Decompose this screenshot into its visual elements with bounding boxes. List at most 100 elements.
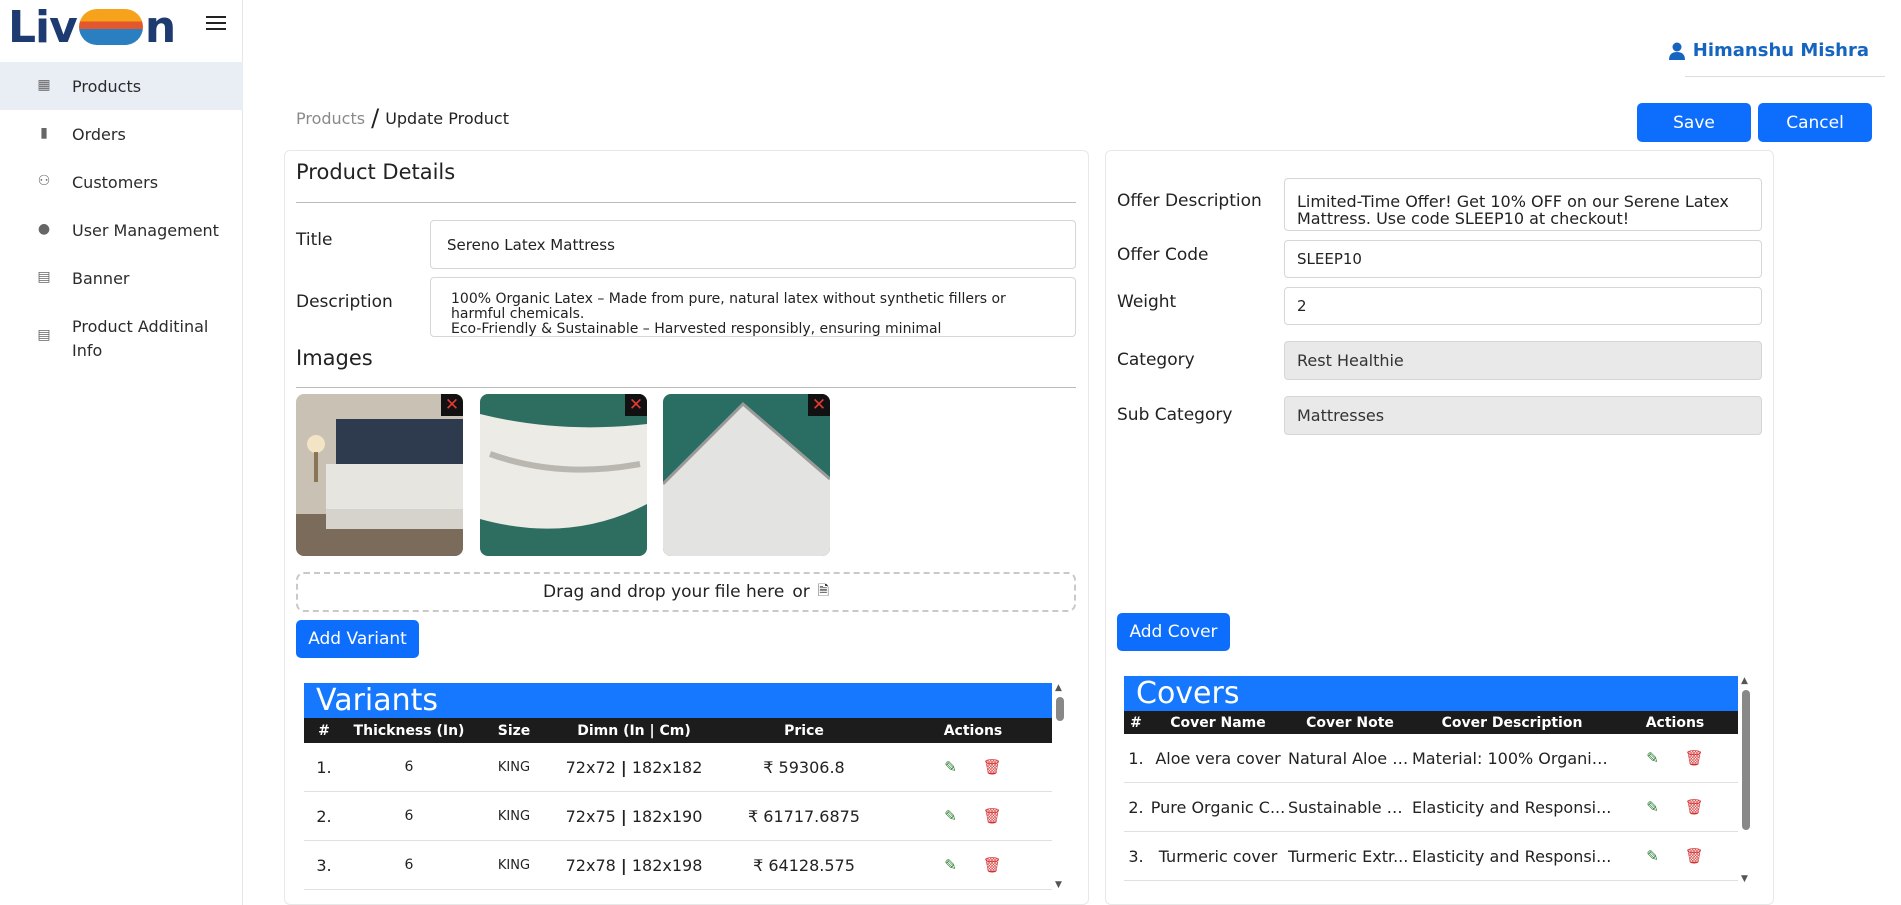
delete-icon[interactable]: 🗑 [1685,847,1704,865]
size-cell: KING [497,808,531,824]
sidebar-item-banner[interactable]: ▤ Banner [0,254,243,302]
edit-icon[interactable]: ✎ [1646,749,1659,767]
remove-image-icon[interactable]: ✕ [625,394,647,416]
covers-table-title: Covers [1124,676,1738,711]
category-label: Category [1117,350,1195,370]
thickness-cell: 6 [404,808,414,824]
remove-image-icon[interactable]: ✕ [808,394,830,416]
sidebar-item-products[interactable]: ▦ Products [0,62,243,110]
scroll-up-icon[interactable]: ▲ [1741,676,1748,686]
file-dropzone[interactable]: Drag and drop your file here or 🗎 [296,572,1076,612]
product-image-thumbnail[interactable]: ✕ [296,394,463,556]
sidebar-item-product-additional-info[interactable]: ▤ Product Additinal Info [0,302,243,372]
row-number: 2. [316,806,332,826]
edit-icon[interactable]: ✎ [1646,847,1659,865]
row-actions: ✎ 🗑 [894,758,1052,776]
dimension-cm: 182x198 [631,855,703,875]
app-logo[interactable]: Liv n [8,1,176,53]
scroll-down-icon[interactable]: ▼ [1741,874,1748,884]
cover-description-cell: Elasticity and Responsi... [1412,797,1612,817]
add-variant-button[interactable]: Add Variant [296,620,419,658]
sidebar-item-label: Banner [72,269,130,288]
table-row: 1. Aloe vera cover Natural Aloe v... Mat… [1124,734,1738,783]
mattress-corner-image [663,394,830,556]
dimension-cell: 72x78 | 182x198 [565,855,703,875]
scroll-up-icon[interactable]: ▲ [1055,683,1062,693]
column-header: Actions [1645,714,1705,731]
row-number: 1. [316,757,332,777]
dimension-in: 72x75 [565,806,616,826]
images-title: Images [296,346,373,370]
cover-name-cell: Turmeric cover [1158,846,1278,866]
edit-icon[interactable]: ✎ [944,807,957,825]
save-button[interactable]: Save [1637,103,1751,142]
cover-note-cell: Sustainable O... [1288,797,1412,817]
user-name: Himanshu Mishra [1692,40,1869,61]
menu-toggle-icon[interactable] [206,16,226,32]
table-row: 3. 6 KING 72x78 | 182x198 ₹ 64128.575 ✎ 🗑 [304,841,1052,890]
bedroom-image [296,394,463,556]
cover-description-cell: Material: 100% Organic ... [1412,748,1612,768]
sidebar-item-customers[interactable]: ⚇ Customers [0,158,243,206]
delete-icon[interactable]: 🗑 [983,856,1002,874]
offer-description-textarea[interactable]: Limited-Time Offer! Get 10% OFF on our S… [1284,178,1762,231]
delete-icon[interactable]: 🗑 [983,807,1002,825]
row-actions: ✎ 🗑 [1612,798,1738,816]
delete-icon[interactable]: 🗑 [1685,798,1704,816]
delete-icon[interactable]: 🗑 [1685,749,1704,767]
thickness-cell: 6 [404,857,414,873]
variants-table-title: Variants [304,683,1052,718]
cover-note-cell: Turmeric Extr... [1288,846,1409,866]
size-cell: KING [497,857,531,873]
offer-code-input[interactable]: SLEEP10 [1284,240,1762,278]
edit-icon[interactable]: ✎ [944,856,957,874]
scroll-down-icon[interactable]: ▼ [1055,880,1062,890]
description-textarea[interactable]: 100% Organic Latex – Made from pure, nat… [430,277,1076,337]
dimension-in: 72x72 [565,757,616,777]
sidebar-item-label: Product Additinal Info [72,317,209,360]
product-image-thumbnail[interactable]: ✕ [663,394,830,556]
column-header: Cover Name [1170,714,1266,731]
column-header: # [1130,714,1142,731]
row-number: 3. [1128,846,1144,866]
add-cover-button[interactable]: Add Cover [1117,613,1230,651]
file-upload-icon[interactable]: 🗎 [818,580,829,604]
subcategory-field: Mattresses [1284,396,1762,435]
breadcrumb-products-link[interactable]: Products [296,109,365,128]
user-menu[interactable]: Himanshu Mishra [1668,40,1869,61]
column-header: Actions [943,722,1003,739]
price-cell: ₹ 61717.6875 [748,806,860,826]
weight-input[interactable]: 2 [1284,287,1762,325]
covers-scrollbar[interactable]: ▲ ▼ [1740,676,1752,884]
edit-icon[interactable]: ✎ [1646,798,1659,816]
sidebar-item-label: Orders [72,125,126,144]
category-field: Rest Healthie [1284,341,1762,380]
scroll-thumb[interactable] [1056,697,1064,721]
scroll-thumb[interactable] [1742,690,1750,830]
sidebar-item-label: Customers [72,173,159,192]
sidebar: Liv n ▦ Products ▮ Orders ⚇ Customers ● … [0,0,243,905]
sidebar-item-label: User Management [72,221,219,240]
dimension-cm: 182x182 [631,757,703,777]
product-image-thumbnail[interactable]: ✕ [480,394,647,556]
delete-icon[interactable]: 🗑 [983,758,1002,776]
header-divider [1685,76,1885,77]
edit-icon[interactable]: ✎ [944,758,957,776]
row-number: 3. [316,855,332,875]
variants-table: Variants # Thickness (In) Size Dimn (In … [304,683,1052,890]
cover-name-cell: Aloe vera cover [1155,748,1281,768]
table-row: 3. Turmeric cover Turmeric Extr... Elast… [1124,832,1738,881]
dimension-in: 72x78 [565,855,616,875]
sidebar-item-user-management[interactable]: ● User Management [0,206,243,254]
title-input[interactable]: Sereno Latex Mattress [430,220,1076,269]
dimension-cm: 182x190 [631,806,703,826]
users-icon: ⚇ [37,173,51,189]
logo-text-a: Liv [8,1,78,53]
table-header: # Cover Name Cover Note Cover Descriptio… [1124,711,1738,734]
sidebar-item-orders[interactable]: ▮ Orders [0,110,243,158]
remove-image-icon[interactable]: ✕ [441,394,463,416]
size-cell: KING [497,759,531,775]
cancel-button[interactable]: Cancel [1758,103,1872,142]
price-cell: ₹ 59306.8 [763,757,845,777]
variants-scrollbar[interactable]: ▲ ▼ [1054,683,1066,890]
